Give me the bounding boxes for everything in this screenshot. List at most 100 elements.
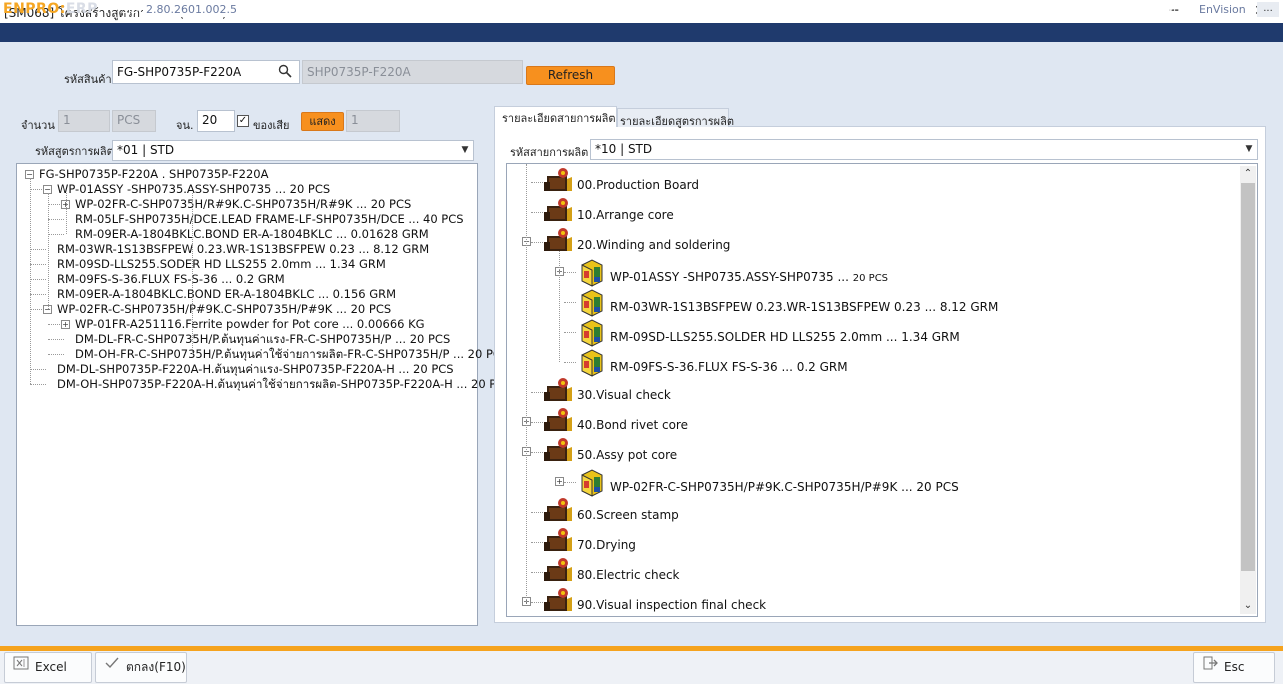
scrollbar-thumb[interactable] [1241, 183, 1255, 571]
line-tree-label: 60.Screen stamp [577, 508, 679, 522]
line-tree-label: 40.Bond rivet core [577, 418, 688, 432]
line-tree-qty: 20 PCS [852, 273, 889, 284]
tree-connector [30, 384, 46, 385]
tree-item[interactable]: WP-02FR-C-SHP0735H/P#9K.C-SHP0735H/P#9K … [57, 302, 391, 317]
tree-item[interactable]: RM-09ER-A-1804BKLC.BOND ER-A-1804BKLC ..… [57, 287, 396, 302]
line-code-label: รหัสสายการผลิต [510, 146, 589, 159]
tree-connector [531, 392, 543, 393]
line-tree-label: 10.Arrange core [577, 208, 674, 222]
process-icon [543, 437, 573, 474]
tree-connector [564, 482, 576, 483]
tree-item[interactable]: DM-DL-FR-C-SHP0735H/P.ต้นทุนค่าแรง-FR-C-… [75, 332, 450, 347]
refresh-button[interactable]: Refresh [526, 66, 615, 85]
version-label: Version [102, 2, 147, 16]
line-tree-node[interactable]: 10.Arrange core [543, 197, 674, 227]
product-name-field: SHP0735P-F220A [302, 60, 523, 84]
tree-guide [526, 164, 527, 602]
line-tree-node[interactable]: 80.Electric check [543, 557, 680, 587]
line-tree-label: WP-01ASSY -SHP0735.ASSY-SHP0735 ... [610, 270, 853, 284]
line-tree-node[interactable]: RM-09SD-LLS255.SOLDER HD LLS255 2.0mm ..… [576, 317, 960, 347]
line-code-select[interactable]: *10 | STD ▼ [590, 139, 1258, 160]
tree-connector [564, 362, 576, 363]
logo-text-main: ENPRO: [3, 1, 66, 17]
excel-label: Excel [35, 660, 67, 674]
app-header [0, 23, 1283, 42]
tree-connector [30, 279, 46, 280]
tree-guide [30, 178, 31, 384]
formula-code-select[interactable]: *01 | STD ▼ [112, 140, 474, 161]
tree-item[interactable]: DM-OH-FR-C-SHP0735H/P.ต้นทุนค่าใช้จ่ายกา… [75, 347, 508, 362]
tree-connector [564, 302, 576, 303]
tree-connector [531, 452, 543, 453]
line-tree-node[interactable]: RM-09FS-S-36.FLUX FS-S-36 ... 0.2 GRM [576, 347, 848, 377]
line-tree-node[interactable]: 30.Visual check [543, 377, 671, 407]
logo-text-sub: ERP [65, 1, 98, 17]
tree-item[interactable]: RM-09ER-A-1804BKLC.BOND ER-A-1804BKLC ..… [75, 227, 429, 242]
product-code-input[interactable]: FG-SHP0735P-F220A [112, 60, 300, 84]
line-tree-node[interactable]: WP-02FR-C-SHP0735H/P#9K.C-SHP0735H/P#9K … [576, 467, 959, 497]
scroll-up-icon[interactable]: ⌃ [1242, 168, 1254, 180]
tree-item[interactable]: DM-DL-SHP0735P-F220A-H.ต้นทุนค่าแรง-SHP0… [57, 362, 454, 377]
unit-field: PCS [112, 110, 156, 132]
tree-connector [531, 212, 543, 213]
line-tree-label: RM-09SD-LLS255.SOLDER HD LLS255 2.0mm ..… [610, 330, 960, 344]
exit-icon [1202, 653, 1218, 682]
tree-item[interactable]: FG-SHP0735P-F220A . SHP0735P-F220A [39, 167, 268, 182]
tree-connector [48, 219, 64, 220]
esc-button[interactable]: Esc [1193, 652, 1275, 683]
tree-guide [48, 193, 49, 309]
tree-item[interactable]: RM-09FS-S-36.FLUX FS-S-36 ... 0.2 GRM [57, 272, 285, 287]
line-tree-node[interactable]: 90.Visual inspection final check [543, 587, 767, 616]
line-tree-node[interactable]: 70.Drying [543, 527, 636, 557]
tree-item[interactable]: DM-OH-SHP0735P-F220A-H.ต้นทุนค่าใช้จ่ายก… [57, 377, 512, 392]
waste-label: ของเสีย [253, 119, 290, 132]
tree-item[interactable]: WP-02FR-C-SHP0735H/R#9K.C-SHP0735H/R#9K … [75, 197, 411, 212]
expand-icon[interactable]: + [555, 477, 564, 486]
tree-item[interactable]: WP-01FR-A251116.Ferrite powder for Pot c… [75, 317, 425, 332]
tree-item[interactable]: RM-03WR-1S13BSFPEW 0.23.WR-1S13BSFPEW 0.… [57, 242, 429, 257]
user-more-button[interactable]: ... [1257, 2, 1279, 17]
tree-connector [564, 332, 576, 333]
ok-label: ตกลง(F10) [126, 660, 186, 674]
tree-guide [559, 251, 560, 362]
tree-connector [564, 272, 576, 273]
esc-label: Esc [1224, 660, 1245, 674]
count-label: จน. [176, 119, 194, 132]
line-tree-node[interactable]: 60.Screen stamp [543, 497, 679, 527]
line-tree-node[interactable]: 50.Assy pot core [543, 437, 677, 467]
production-line-tree[interactable]: 00.Production Board 10.Arrange core −20.Wi… [506, 163, 1258, 617]
tree-connector [30, 294, 46, 295]
line-tree-label: RM-09FS-S-36.FLUX FS-S-36 ... 0.2 GRM [610, 360, 848, 374]
search-icon[interactable] [278, 64, 294, 80]
qty-label: จำนวน [21, 119, 55, 132]
process-icon [543, 587, 573, 616]
tree-item[interactable]: RM-09SD-LLS255.SODER HD LLS255 2.0mm ...… [57, 257, 386, 272]
show-button[interactable]: แสดง [301, 112, 344, 131]
screen-input[interactable] [975, 2, 1159, 17]
line-tree-label: 80.Electric check [577, 568, 680, 582]
expand-icon[interactable]: + [61, 320, 70, 329]
excel-button[interactable]: Excel [4, 652, 92, 683]
count-input[interactable]: 20 [197, 110, 235, 132]
formula-tree[interactable]: − FG-SHP0735P-F220A . SHP0735P-F220A − WP-0… [16, 163, 512, 626]
line-tree-label: 00.Production Board [577, 178, 700, 192]
tab-formula-detail-label: รายละเอียดสูตรการผลิต [620, 115, 734, 128]
ok-button[interactable]: ตกลง(F10) [95, 652, 187, 683]
line-tree-node[interactable]: 40.Bond rivet core [543, 407, 688, 437]
user-value: EnVision [1196, 2, 1254, 17]
excel-icon [13, 653, 29, 682]
line-tree-node[interactable]: WP-01ASSY -SHP0735.ASSY-SHP0735 ... 20 P… [576, 257, 888, 287]
waste-checkbox[interactable]: ✓ [237, 115, 249, 127]
show-value-field: 1 [346, 110, 400, 132]
product-code-label: รหัสสินค้า [64, 73, 112, 86]
line-tree-label: 90.Visual inspection final check [577, 598, 767, 612]
line-tree-node[interactable]: 20.Winding and soldering [543, 227, 730, 257]
line-tree-node[interactable]: 00.Production Board [543, 167, 699, 197]
formula-code-label: รหัสสูตรการผลิต [35, 145, 114, 158]
tree-connector [531, 242, 543, 243]
line-tree-node[interactable]: RM-03WR-1S13BSFPEW 0.23.WR-1S13BSFPEW 0.… [576, 287, 998, 317]
tree-item[interactable]: RM-05LF-SHP0735H/DCE.LEAD FRAME-LF-SHP07… [75, 212, 464, 227]
tree-guide [66, 193, 67, 234]
tree-item[interactable]: WP-01ASSY -SHP0735.ASSY-SHP0735 ... 20 P… [57, 182, 330, 197]
scroll-down-icon[interactable]: ⌄ [1242, 600, 1254, 612]
